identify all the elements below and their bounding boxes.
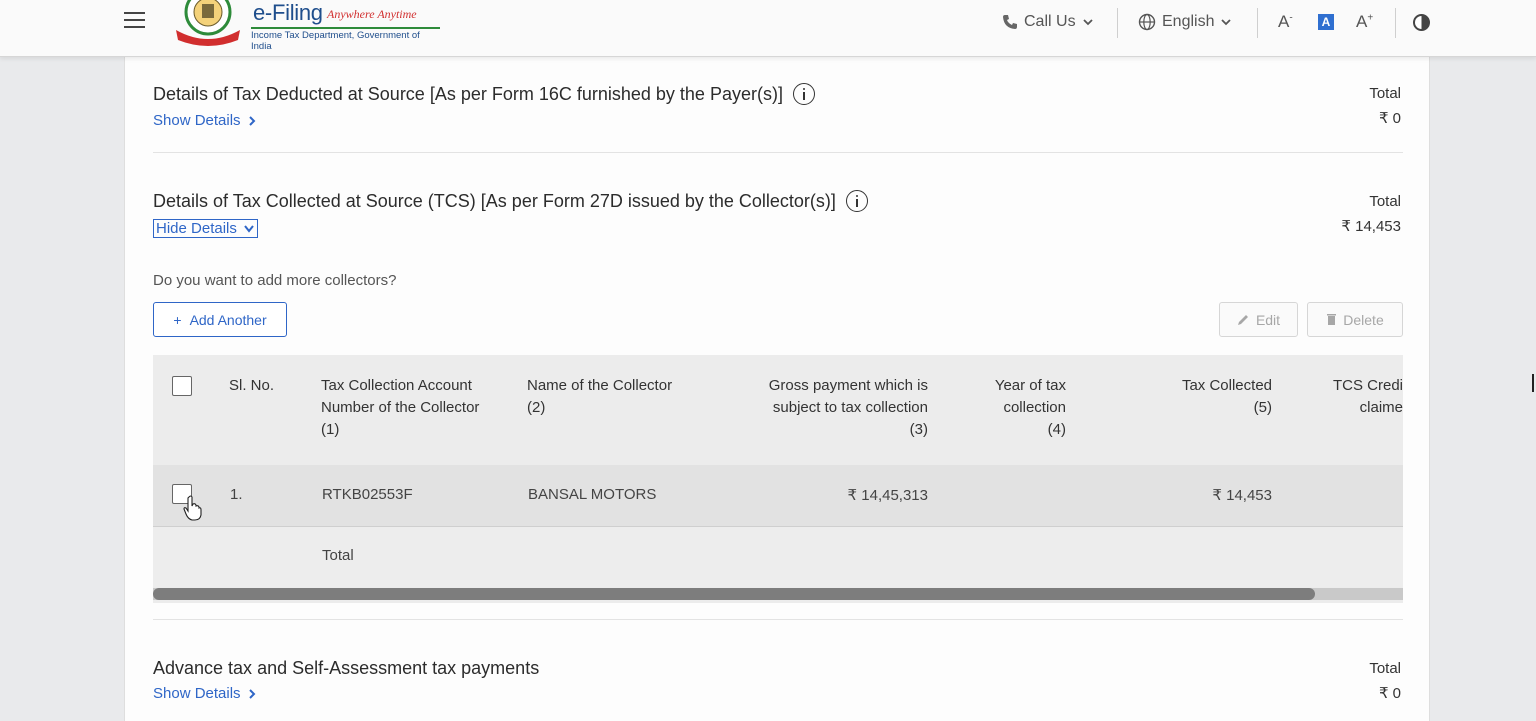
- cell-sl-no: 1.: [230, 486, 243, 503]
- delete-button[interactable]: Delete: [1307, 302, 1403, 337]
- plus-icon: +: [173, 311, 182, 328]
- header-divider: [1257, 8, 1258, 38]
- font-decrease-button[interactable]: A-: [1278, 12, 1293, 32]
- table-total-row: Total: [153, 527, 1403, 587]
- brand-subtitle: Income Tax Department, Government of Ind…: [251, 27, 440, 52]
- tds-16c-total-label: Total: [1369, 85, 1401, 102]
- brand-title: e-Filing: [253, 0, 323, 25]
- language-dropdown[interactable]: English: [1138, 13, 1232, 31]
- scrollbar-thumb[interactable]: [153, 588, 1315, 600]
- add-another-button[interactable]: + Add Another: [153, 302, 287, 337]
- chevron-right-icon: [248, 115, 255, 126]
- table-row[interactable]: 1. RTKB02553F BANSAL MOTORS ₹ 14,45,313 …: [153, 465, 1403, 527]
- col-header-tcs-credit: TCS Credi claime: [1332, 377, 1403, 416]
- contrast-icon[interactable]: [1413, 14, 1430, 31]
- tds-16c-section-title: Details of Tax Deducted at Source [As pe…: [153, 83, 815, 105]
- trash-icon: [1327, 314, 1337, 325]
- cell-tax-collected: ₹ 14,453: [1212, 487, 1272, 504]
- header-divider: [1395, 8, 1396, 38]
- section-divider: [153, 619, 1403, 620]
- cell-collector-name: BANSAL MOTORS: [528, 486, 657, 503]
- tcs-hide-details-link[interactable]: Hide Details: [153, 219, 258, 238]
- col-header-gross-payment: Gross payment which is subject to tax co…: [768, 377, 928, 438]
- header-divider: [1117, 8, 1118, 38]
- font-normal-button[interactable]: A: [1318, 14, 1334, 30]
- chevron-right-icon: [248, 688, 255, 699]
- col-header-collector-name: Name of the Collector (2): [527, 377, 673, 416]
- globe-icon: [1138, 13, 1156, 31]
- col-header-sl-no: Sl. No.: [229, 377, 275, 394]
- cell-gross-payment: ₹ 14,45,313: [847, 487, 928, 504]
- font-increase-button[interactable]: A+: [1356, 12, 1373, 32]
- cursor-edge-mark: [1532, 374, 1534, 392]
- total-row-label: Total: [322, 547, 354, 564]
- top-header: e-Filing Anywhere Anytime Income Tax Dep…: [0, 0, 1536, 57]
- tcs-total-value: ₹ 14,453: [1341, 218, 1401, 235]
- advance-tax-show-details-link[interactable]: Show Details: [153, 685, 257, 702]
- col-header-tax-collected: Tax Collected (5): [1181, 377, 1272, 416]
- menu-icon[interactable]: [124, 12, 146, 30]
- hand-cursor-icon: [183, 495, 202, 521]
- tds-16c-total-value: ₹ 0: [1378, 110, 1401, 127]
- emblem-logo: [176, 0, 240, 46]
- horizontal-scrollbar[interactable]: [153, 588, 1403, 600]
- tcs-total-label: Total: [1369, 193, 1401, 210]
- brand-tagline: Anywhere Anytime: [327, 7, 417, 21]
- phone-icon: [1003, 15, 1017, 29]
- advance-tax-section-title: Advance tax and Self-Assessment tax paym…: [153, 658, 540, 678]
- chevron-down-icon: [244, 224, 254, 233]
- tcs-section-title: Details of Tax Collected at Source (TCS)…: [153, 190, 868, 212]
- select-all-checkbox[interactable]: [172, 376, 192, 396]
- advance-tax-total-label: Total: [1369, 660, 1401, 677]
- call-us-label: Call Us: [1024, 13, 1076, 30]
- info-icon[interactable]: [845, 190, 868, 212]
- add-collectors-question: Do you want to add more collectors?: [153, 272, 397, 289]
- tax-details-card: Details of Tax Deducted at Source [As pe…: [124, 57, 1430, 721]
- tcs-table: Sl. No. Tax Collection Account Number of…: [153, 355, 1403, 603]
- tds-16c-show-details-link[interactable]: Show Details: [153, 112, 257, 129]
- cell-tan: RTKB02553F: [322, 486, 413, 503]
- call-us-dropdown[interactable]: Call Us: [1002, 13, 1094, 31]
- edit-button[interactable]: Edit: [1219, 302, 1298, 337]
- chevron-down-icon: [1221, 19, 1232, 26]
- language-label: English: [1162, 13, 1215, 30]
- chevron-down-icon: [1082, 19, 1093, 26]
- pencil-icon: [1237, 315, 1248, 325]
- col-header-tan: Tax Collection Account Number of the Col…: [321, 377, 480, 438]
- info-icon[interactable]: [792, 83, 815, 105]
- section-divider: [153, 152, 1403, 153]
- col-header-year: Year of tax collection (4): [994, 377, 1066, 438]
- advance-tax-total-value: ₹ 0: [1378, 685, 1401, 702]
